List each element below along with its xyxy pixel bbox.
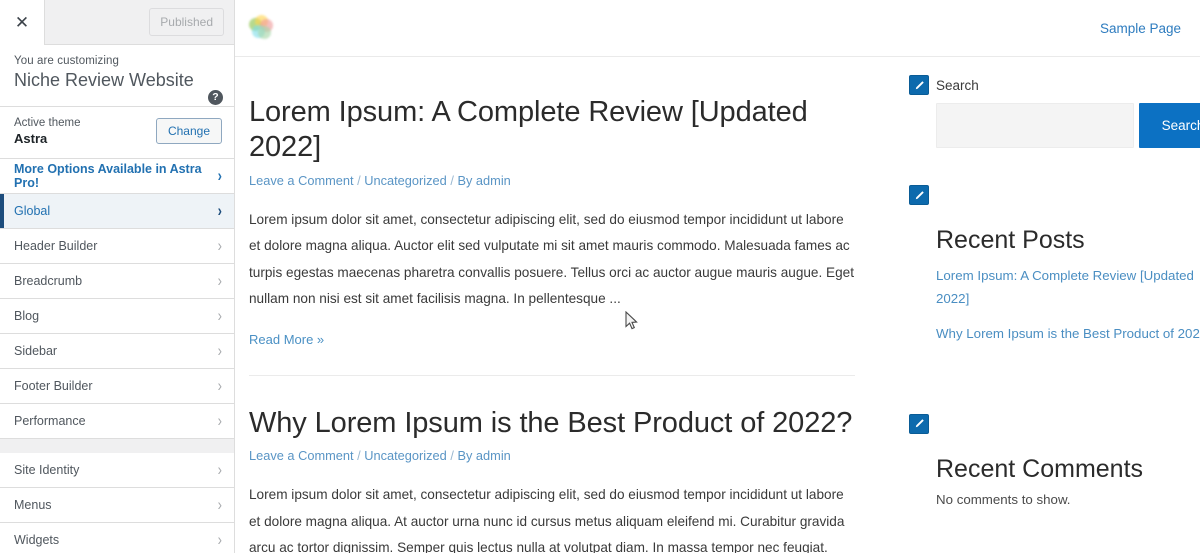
sidebar-item-label: Widgets: [14, 532, 60, 547]
post-category-link[interactable]: Uncategorized: [364, 173, 447, 188]
chevron-right-icon: ›: [217, 530, 222, 549]
site-header: Sample Page: [235, 0, 1200, 57]
post-author-link[interactable]: By admin: [457, 173, 510, 188]
chevron-right-icon: ›: [217, 271, 222, 290]
sidebar-item-label: Blog: [14, 308, 40, 323]
search-widget-header: Search: [909, 75, 1200, 95]
chevron-right-icon: ›: [217, 376, 222, 395]
search-input[interactable]: [936, 103, 1134, 148]
post-comment-link[interactable]: Leave a Comment: [249, 448, 354, 463]
post-article: Why Lorem Ipsum is the Best Product of 2…: [249, 406, 855, 553]
customizing-info: You are customizing Niche Review Website…: [0, 45, 234, 107]
recent-post-link[interactable]: Lorem Ipsum: A Complete Review [Updated …: [936, 264, 1200, 311]
post-title[interactable]: Lorem Ipsum: A Complete Review [Updated …: [249, 95, 855, 166]
active-theme-label: Active theme: [14, 116, 81, 129]
sidebar-item-performance[interactable]: Performance ›: [0, 403, 234, 439]
pencil-edit-icon[interactable]: [909, 413, 929, 434]
widget-spacer: [909, 148, 1200, 185]
active-theme-name: Astra: [14, 130, 48, 146]
sidebar-item-widgets[interactable]: Widgets ›: [0, 522, 234, 553]
recent-comments-empty-text: No comments to show.: [936, 491, 1071, 507]
sidebar-item-label: Breadcrumb: [14, 273, 83, 288]
customizer-window: ✕ Published You are customizing Niche Re…: [0, 0, 1200, 553]
nav-link-sample-page[interactable]: Sample Page: [1100, 21, 1181, 36]
sidebar-item-label: Site Identity: [14, 462, 80, 477]
customizer-panel-list: More Options Available in Astra Pro! › G…: [0, 158, 234, 553]
search-form: Search: [936, 103, 1200, 148]
sidebar-item-global[interactable]: Global ›: [0, 193, 234, 229]
post-category-link[interactable]: Uncategorized: [364, 448, 447, 463]
sidebar-item-label: Footer Builder: [14, 378, 93, 393]
site-logo-flower-icon[interactable]: [249, 15, 275, 41]
help-question-icon[interactable]: ?: [208, 90, 223, 105]
customizer-action-bar: ✕ Published: [0, 0, 234, 45]
sidebar-item-astra-pro[interactable]: More Options Available in Astra Pro! ›: [0, 158, 234, 194]
list-item: Lorem Ipsum: A Complete Review [Updated …: [936, 264, 1200, 311]
content-column: Lorem Ipsum: A Complete Review [Updated …: [235, 57, 891, 553]
recent-posts-widget-header: [909, 185, 1200, 205]
recent-posts-widget: Recent Posts Lorem Ipsum: A Complete Rev…: [909, 185, 1200, 345]
close-icon[interactable]: ✕: [0, 0, 45, 45]
chevron-right-icon: ›: [217, 236, 222, 255]
chevron-right-icon: ›: [217, 166, 222, 185]
customizing-label: You are customizing: [14, 55, 120, 67]
search-widget: Search Search: [909, 75, 1200, 148]
publish-button[interactable]: Published: [149, 8, 224, 36]
pencil-edit-icon[interactable]: [909, 185, 929, 205]
sidebar-item-blog[interactable]: Blog ›: [0, 298, 234, 334]
recent-posts-title: Recent Posts: [936, 226, 1085, 254]
post-divider: [249, 374, 855, 376]
post-comment-link[interactable]: Leave a Comment: [249, 173, 354, 188]
sidebar-item-label: Menus: [14, 497, 52, 512]
recent-comments-widget-header: [909, 413, 1200, 434]
chevron-right-icon: ›: [217, 460, 222, 479]
post-excerpt: Lorem ipsum dolor sit amet, consectetur …: [249, 211, 855, 307]
pencil-edit-icon[interactable]: [909, 75, 929, 95]
panel-group-separator: [0, 438, 234, 453]
chevron-right-icon: ›: [217, 495, 222, 514]
recent-comments-title: Recent Comments: [936, 454, 1144, 483]
sidebar-item-label: Global: [14, 203, 51, 218]
active-theme-section: Active theme Astra Change: [0, 106, 234, 159]
sidebar-item-label: More Options Available in Astra Pro!: [14, 161, 202, 190]
chevron-right-icon: ›: [217, 341, 222, 360]
post-excerpt: Lorem ipsum dolor sit amet, consectetur …: [249, 487, 845, 553]
sidebar-item-sidebar[interactable]: Sidebar ›: [0, 333, 234, 369]
sidebar-item-menus[interactable]: Menus ›: [0, 487, 234, 523]
recent-posts-list: Lorem Ipsum: A Complete Review [Updated …: [936, 264, 1200, 345]
widget-spacer: [909, 356, 1200, 414]
recent-comments-widget: Recent Comments No comments to show.: [909, 413, 1200, 507]
read-more-link[interactable]: Read More »: [249, 332, 324, 347]
sidebar-item-label: Sidebar: [14, 343, 58, 358]
post-title[interactable]: Why Lorem Ipsum is the Best Product of 2…: [249, 406, 855, 441]
list-item: Why Lorem Ipsum is the Best Product of 2…: [936, 322, 1200, 345]
search-widget-label: Search: [936, 77, 979, 93]
sidebar-item-footer-builder[interactable]: Footer Builder ›: [0, 368, 234, 404]
sidebar-item-label: Header Builder: [14, 238, 98, 253]
customizer-sidebar: ✕ Published You are customizing Niche Re…: [0, 0, 235, 553]
recent-post-link[interactable]: Why Lorem Ipsum is the Best Product of 2…: [936, 322, 1200, 345]
change-theme-button[interactable]: Change: [155, 117, 222, 145]
post-author-link[interactable]: By admin: [457, 448, 510, 463]
widget-sidebar: Search Search: [891, 57, 1200, 553]
sidebar-item-site-identity[interactable]: Site Identity ›: [0, 452, 234, 488]
sidebar-item-breadcrumb[interactable]: Breadcrumb ›: [0, 263, 234, 299]
sidebar-item-label: Performance: [14, 413, 86, 428]
sidebar-item-header-builder[interactable]: Header Builder ›: [0, 228, 234, 264]
chevron-right-icon: ›: [217, 201, 222, 220]
site-preview: Sample Page Lorem Ipsum: A Complete Revi…: [235, 0, 1200, 553]
search-button[interactable]: Search: [1139, 103, 1200, 148]
preview-body: Lorem Ipsum: A Complete Review [Updated …: [235, 57, 1200, 553]
post-meta: Leave a Comment / Uncategorized / By adm…: [249, 448, 511, 464]
post-article: Lorem Ipsum: A Complete Review [Updated …: [249, 95, 855, 349]
active-theme-info: Active theme Astra: [14, 117, 80, 146]
site-title: Niche Review Website: [14, 70, 194, 90]
chevron-right-icon: ›: [217, 306, 222, 325]
chevron-right-icon: ›: [217, 411, 222, 430]
post-meta: Leave a Comment / Uncategorized / By adm…: [249, 172, 511, 188]
